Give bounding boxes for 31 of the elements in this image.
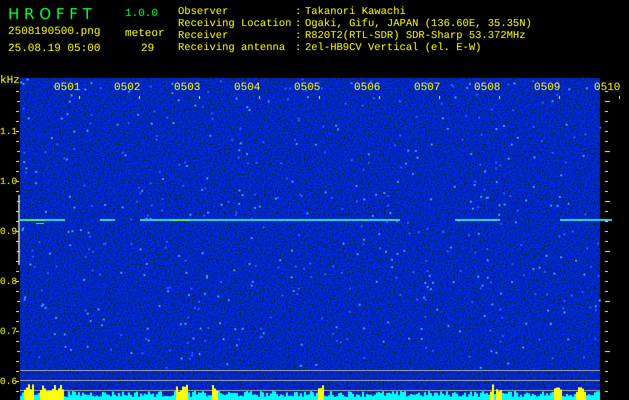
version-label: 1.0.0 — [125, 8, 160, 20]
y-axis-label: 0.8 — [0, 276, 18, 287]
y-axis-label: 0.9 — [0, 226, 18, 237]
time-label: 0506 — [354, 82, 380, 94]
time-label: 0504 — [234, 82, 260, 94]
field-value: R820T2(RTL-SDR) SDR-Sharp 53.372MHz — [305, 30, 527, 42]
time-label: 0502 — [114, 82, 140, 94]
y-axis-label: 0.6 — [0, 376, 18, 387]
detection-label: meteor — [125, 28, 166, 40]
field-label: Receiving antenna — [178, 42, 286, 54]
separator-label: : — [295, 18, 302, 30]
y-axis-label: 1.0 — [0, 176, 18, 187]
time-label: 0508 — [474, 82, 500, 94]
y-axis-label: 0.7 — [0, 326, 18, 337]
app-title: H R O F F T — [8, 4, 93, 22]
filename-label: 2508190500.png — [8, 26, 102, 38]
time-label: 0501 — [54, 82, 80, 94]
time-label: 0503 — [174, 82, 200, 94]
meteor-count: 29 — [140, 42, 156, 54]
field-label: Observer — [178, 6, 230, 18]
separator-label: : — [295, 6, 302, 18]
separator-label: : — [295, 30, 302, 42]
y-axis-label: 1.1 — [0, 126, 18, 137]
field-label: Receiver — [178, 30, 230, 42]
field-value: Takanori Kawachi — [305, 6, 407, 18]
field-label: Receiving Location — [178, 18, 292, 30]
field-value: Ogaki, Gifu, JAPAN (136.60E, 35.35N) — [305, 18, 532, 30]
axis-unit-label: kHz — [0, 75, 20, 87]
separator-label: : — [295, 42, 302, 54]
field-value: 2el-HB9CV Vertical (el. E-W) — [305, 42, 482, 54]
datetime-label: 25.08.19 05:00 — [8, 42, 102, 54]
